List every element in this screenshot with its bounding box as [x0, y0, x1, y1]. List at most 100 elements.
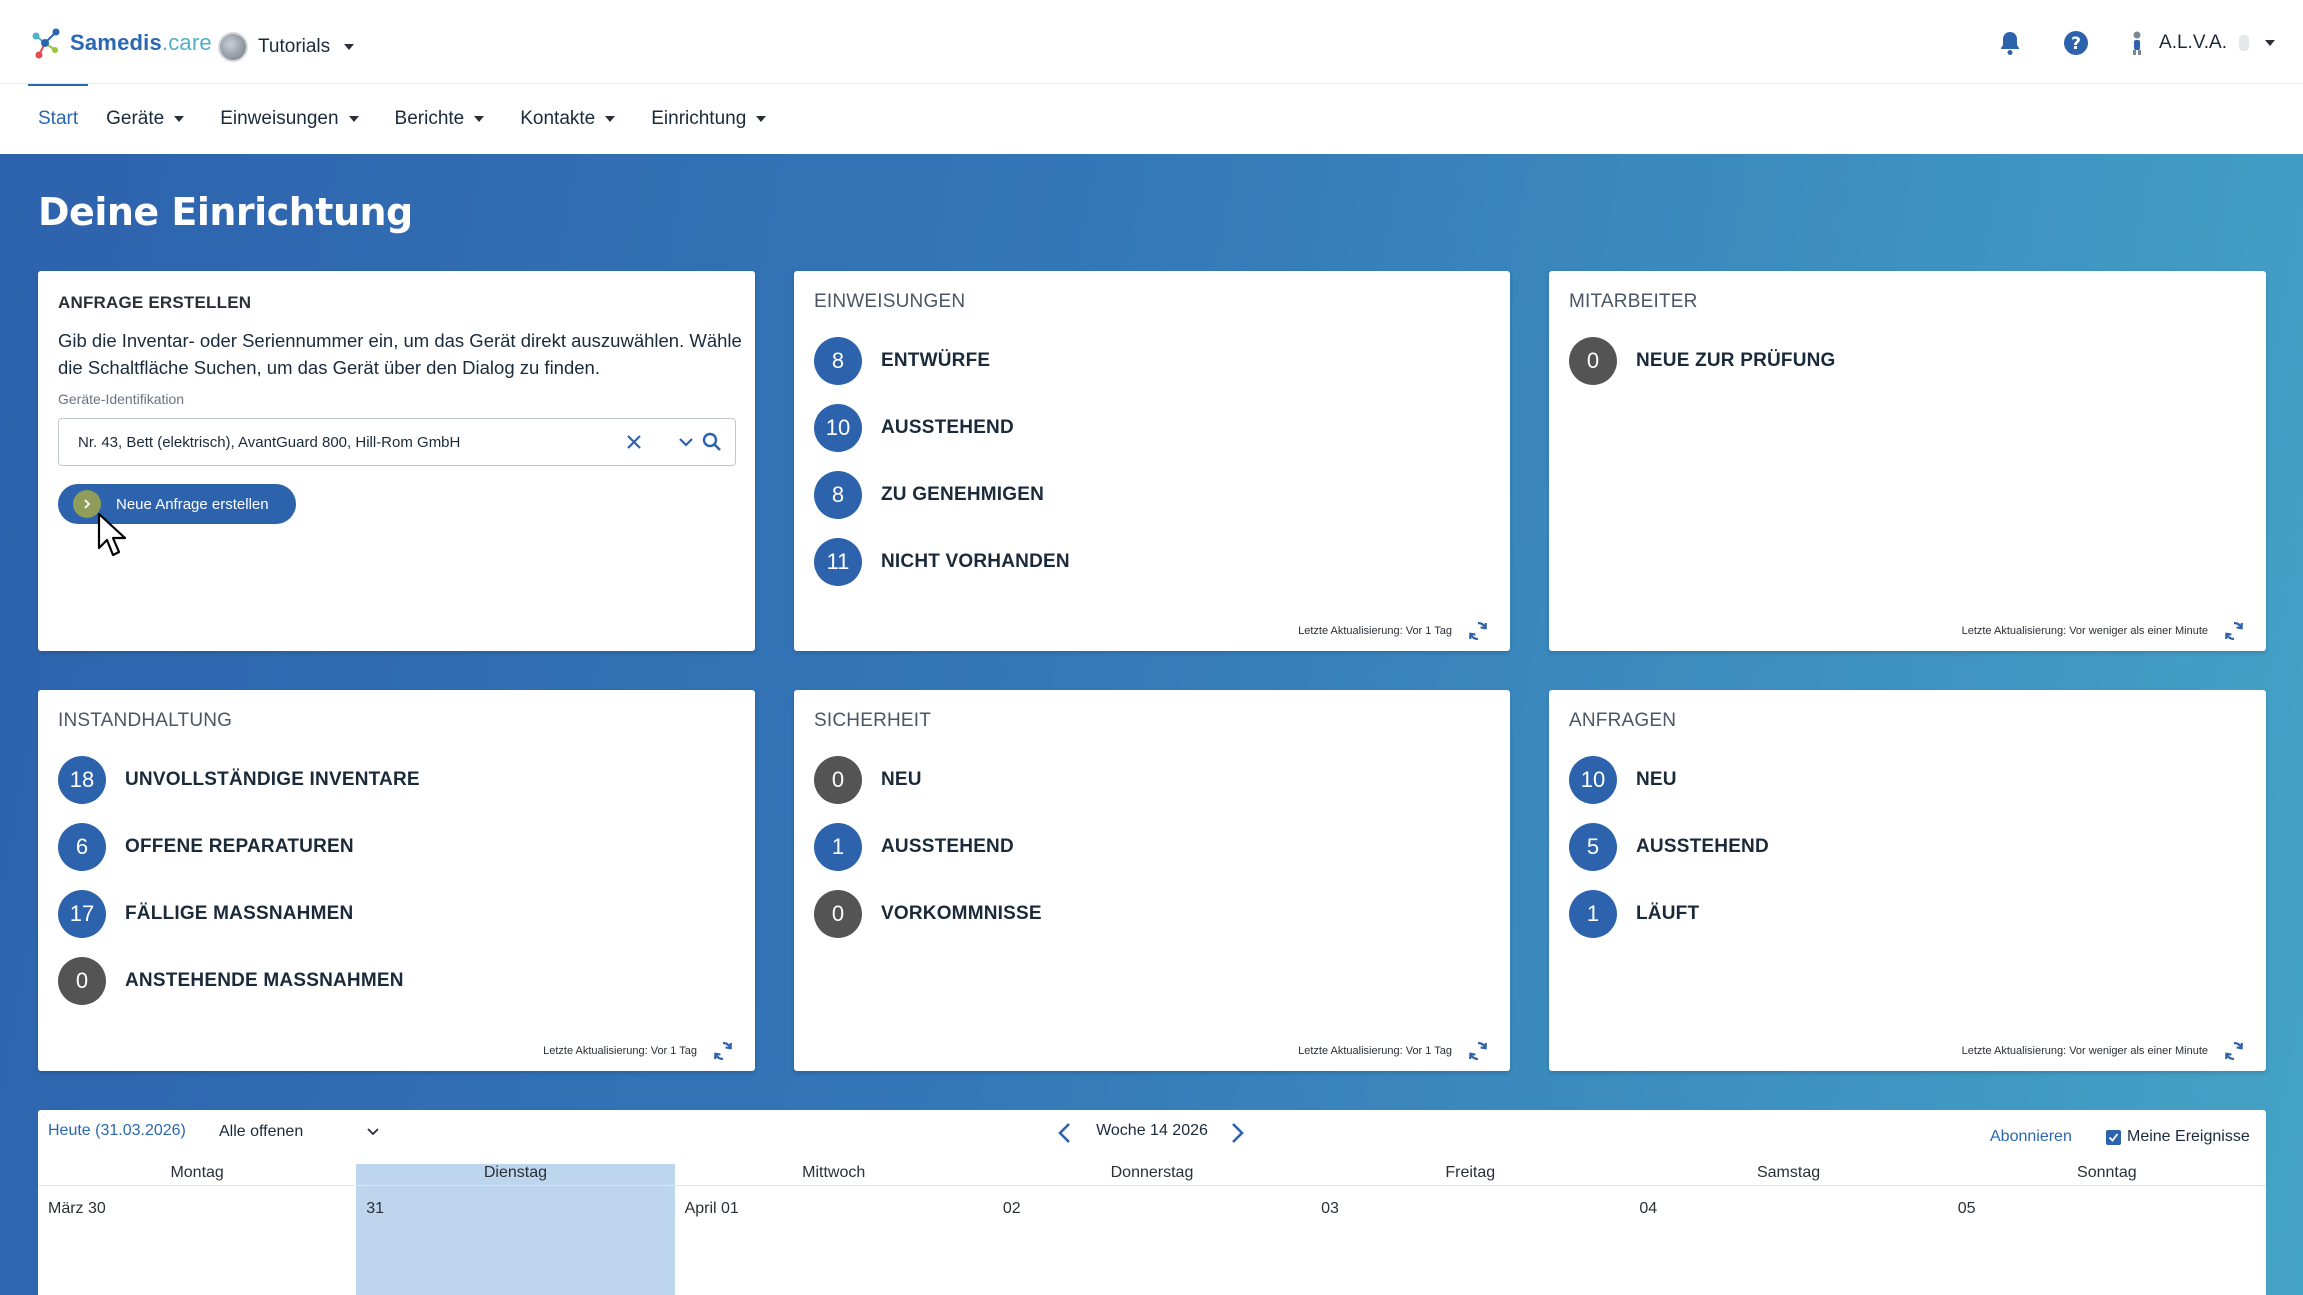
refresh-icon[interactable] [2222, 1039, 2246, 1063]
chevron-down-icon [348, 116, 359, 122]
count-badge: 5 [1569, 823, 1617, 871]
stat-item-neue-zur-pruefung[interactable]: 0 NEUE ZUR PRÜFUNG [1569, 337, 1836, 385]
calendar-day[interactable]: März 30 [38, 1186, 356, 1295]
stat-item-zu-genehmigen[interactable]: 8 ZU GENEHMIGEN [814, 471, 1070, 519]
device-id-label: Geräte-Identifikation [58, 391, 185, 407]
card-footer: Letzte Aktualisierung: Vor 1 Tag [543, 1039, 735, 1063]
top-bar: Samedis.care Tutorials ? A.L.V.A. [0, 0, 2303, 84]
stat-label: ENTWÜRFE [881, 350, 991, 371]
stat-item-neu[interactable]: 0 NEU [814, 756, 1042, 804]
chevron-down-icon [756, 116, 767, 122]
my-events-toggle[interactable]: Meine Ereignisse [2106, 1128, 2250, 1146]
stat-item-faellige-massnahmen[interactable]: 17 FÄLLIGE MASSNAHMEN [58, 890, 420, 938]
stat-item-unvollstaendige-inventare[interactable]: 18 UNVOLLSTÄNDIGE INVENTARE [58, 756, 420, 804]
calendar-day-today[interactable]: 31 [356, 1186, 675, 1295]
chevron-down-icon [474, 116, 485, 122]
count-badge: 8 [814, 337, 862, 385]
stat-list: 0 NEU 1 AUSSTEHEND 0 VORKOMMNISSE [814, 756, 1042, 957]
nav-geraete[interactable]: Geräte [92, 84, 198, 154]
stat-item-nicht-vorhanden[interactable]: 11 NICHT VORHANDEN [814, 538, 1070, 586]
stat-label: ZU GENEHMIGEN [881, 484, 1045, 505]
checkbox-checked-icon[interactable] [2106, 1129, 2121, 1145]
samedis-logo[interactable]: Samedis.care [28, 26, 212, 60]
calendar-day[interactable]: April 01 [675, 1186, 993, 1295]
user-badge-icon [2239, 35, 2249, 51]
stat-label: AUSSTEHEND [881, 417, 1014, 438]
card-anfragen: ANFRAGEN 10 NEU 5 AUSSTEHEND 1 LÄUFT Letzte… [1549, 690, 2266, 1071]
nav-einweisungen[interactable]: Einweisungen [206, 84, 372, 154]
stat-list: 18 UNVOLLSTÄNDIGE INVENTARE 6 OFFENE REPAR… [58, 756, 420, 1024]
stat-label: NEUE ZUR PRÜFUNG [1636, 350, 1836, 371]
count-badge: 10 [814, 404, 862, 452]
chevron-left-icon[interactable] [1054, 1121, 1076, 1145]
stat-label: LÄUFT [1636, 903, 1700, 924]
calendar-day[interactable]: 05 [1948, 1186, 2266, 1295]
stat-item-offene-reparaturen[interactable]: 6 OFFENE REPARATUREN [58, 823, 420, 871]
device-id-input[interactable]: Nr. 43, Bett (elektrisch), AvantGuard 80… [58, 418, 736, 466]
tenant-avatar-icon [218, 32, 248, 62]
weekday-label: Donnerstag [1110, 1164, 1194, 1181]
count-badge: 10 [1569, 756, 1617, 804]
help-icon[interactable]: ? [2061, 28, 2091, 58]
device-id-value: Nr. 43, Bett (elektrisch), AvantGuard 80… [78, 433, 461, 451]
stat-label: ANSTEHENDE MASSNAHMEN [125, 970, 404, 991]
search-icon[interactable] [699, 429, 725, 455]
user-menu[interactable]: A.L.V.A. [2127, 30, 2275, 56]
calendar-day[interactable]: 04 [1629, 1186, 1947, 1295]
nav-einrichtung[interactable]: Einrichtung [637, 84, 780, 154]
tenant-selector[interactable]: Tutorials [218, 32, 355, 62]
last-updated: Letzte Aktualisierung: Vor weniger als e… [1961, 1045, 2208, 1057]
stat-item-ausstehend[interactable]: 1 AUSSTEHEND [814, 823, 1042, 871]
stat-list: 8 ENTWÜRFE 10 AUSSTEHEND 8 ZU GENEHMIGEN 11… [814, 337, 1070, 605]
stat-label: OFFENE REPARATUREN [125, 836, 354, 857]
request-card-title: ANFRAGE ERSTELLEN [58, 293, 252, 312]
card-instandhaltung: INSTANDHALTUNG 18 UNVOLLSTÄNDIGE INVENTAR… [38, 690, 755, 1071]
refresh-icon[interactable] [711, 1039, 735, 1063]
card-mitarbeiter: MITARBEITER 0 NEUE ZUR PRÜFUNG Letzte Akt… [1549, 271, 2266, 651]
card-title: EINWEISUNGEN [814, 291, 966, 312]
stat-item-ausstehend[interactable]: 10 AUSSTEHEND [814, 404, 1070, 452]
stat-label: AUSSTEHEND [881, 836, 1014, 857]
stat-label: AUSSTEHEND [1636, 836, 1769, 857]
bell-icon[interactable] [1995, 28, 2025, 58]
request-card: ANFRAGE ERSTELLEN Gib die Inventar- oder… [38, 271, 755, 651]
refresh-icon[interactable] [1466, 1039, 1490, 1063]
stat-list: 10 NEU 5 AUSSTEHEND 1 LÄUFT [1569, 756, 1769, 957]
header-actions: ? A.L.V.A. [1995, 28, 2275, 58]
count-badge: 6 [58, 823, 106, 871]
weekday-label: Freitag [1445, 1164, 1496, 1181]
week-calendar: Heute (31.03.2026) Alle offenen Woche 14… [38, 1110, 2266, 1295]
count-badge: 17 [58, 890, 106, 938]
calendar-day[interactable]: 03 [1311, 1186, 1629, 1295]
last-updated: Letzte Aktualisierung: Vor weniger als e… [1961, 625, 2208, 637]
nav-berichte[interactable]: Berichte [381, 84, 499, 154]
stat-item-entwuerfe[interactable]: 8 ENTWÜRFE [814, 337, 1070, 385]
stat-label: NEU [1636, 769, 1677, 790]
stat-item-ausstehend[interactable]: 5 AUSSTEHEND [1569, 823, 1769, 871]
stat-item-vorkommnisse[interactable]: 0 VORKOMMNISSE [814, 890, 1042, 938]
calendar-day[interactable]: 02 [993, 1186, 1311, 1295]
weekday-label: Sonntag [2077, 1164, 2137, 1181]
card-title: SICHERHEIT [814, 710, 932, 731]
refresh-icon[interactable] [2222, 619, 2246, 643]
chevron-down-icon[interactable] [673, 429, 699, 455]
clear-icon[interactable] [621, 429, 647, 455]
new-request-button[interactable]: Neue Anfrage erstellen [58, 484, 296, 524]
stat-label: FÄLLIGE MASSNAHMEN [125, 903, 354, 924]
stat-label: VORKOMMNISSE [881, 903, 1042, 924]
chevron-right-icon[interactable] [1226, 1121, 1248, 1145]
my-events-label: Meine Ereignisse [2127, 1128, 2250, 1145]
stat-item-neu[interactable]: 10 NEU [1569, 756, 1769, 804]
nav-kontakte[interactable]: Kontakte [506, 84, 629, 154]
stat-item-anstehende-massnahmen[interactable]: 0 ANSTEHENDE MASSNAHMEN [58, 957, 420, 1005]
refresh-icon[interactable] [1466, 619, 1490, 643]
card-footer: Letzte Aktualisierung: Vor 1 Tag [1298, 1039, 1490, 1063]
stat-item-laeuft[interactable]: 1 LÄUFT [1569, 890, 1769, 938]
subscribe-link[interactable]: Abonnieren [1990, 1128, 2072, 1146]
count-badge: 1 [1569, 890, 1617, 938]
logo-text: Samedis.care [70, 30, 212, 55]
nav-start[interactable]: Start [27, 84, 92, 154]
card-title: INSTANDHALTUNG [58, 710, 233, 731]
last-updated: Letzte Aktualisierung: Vor 1 Tag [1298, 625, 1452, 637]
count-badge: 8 [814, 471, 862, 519]
